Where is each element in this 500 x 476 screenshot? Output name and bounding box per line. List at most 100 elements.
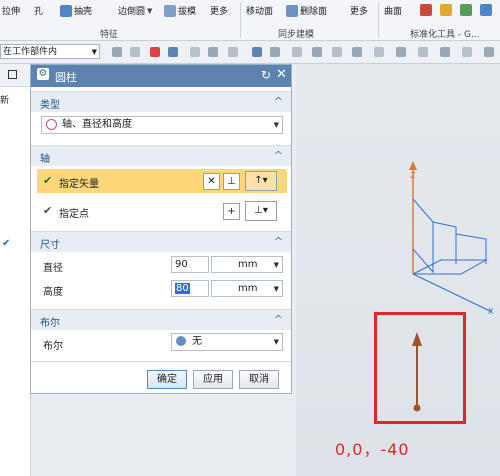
specify-point-label: 指定点 [59, 209, 89, 220]
group-feature-label: 特征 [100, 30, 119, 40]
point-dialog-icon[interactable]: + [223, 203, 240, 220]
selection-toolbar: 在工作部件内 ▼ [0, 41, 500, 64]
tool-icon[interactable] [440, 47, 450, 57]
vector-dialog-icon[interactable]: ⊥ [223, 173, 240, 190]
specify-vector-row[interactable]: ✔ 指定矢量 ✕ ⊥ ↑▾ [37, 169, 287, 193]
shell-label: 抽壳 [74, 7, 93, 17]
diameter-input[interactable]: 90 [171, 256, 209, 273]
vector-inferred-dropdown[interactable]: ↑▾ [245, 171, 277, 191]
checkmark-icon: ✔ [2, 238, 11, 249]
chevron-down-icon: ▼ [273, 285, 279, 293]
maximize-icon[interactable] [8, 70, 17, 79]
draft-label: 拔模 [178, 7, 197, 17]
cancel-button[interactable]: 取消 [239, 370, 279, 389]
diameter-value: 90 [175, 259, 188, 270]
delete-face-label: 删除面 [300, 7, 328, 17]
close-icon[interactable]: ✕ [276, 67, 287, 82]
tool-icon[interactable] [292, 47, 302, 57]
axis-section-header[interactable]: 轴 ^ [31, 145, 291, 166]
vector-icon[interactable] [168, 47, 178, 57]
hole-button[interactable]: 孔 [34, 4, 43, 17]
shell-button[interactable]: 抽壳 [60, 4, 92, 17]
boolean-select-value: 无 [192, 336, 202, 347]
tool-icon[interactable] [332, 47, 342, 57]
ribbon-divider [378, 2, 379, 38]
hole-label: 孔 [34, 7, 44, 17]
tool-icon[interactable] [484, 47, 494, 57]
dimension-section-label: 尺寸 [40, 240, 60, 251]
draft-button[interactable]: 拔模 [164, 4, 196, 17]
boolean-select[interactable]: 无 ▼ [171, 333, 283, 351]
height-unit-select[interactable]: mm ▼ [211, 280, 283, 297]
type-section-label: 类型 [40, 100, 60, 111]
apply-button[interactable]: 应用 [193, 370, 233, 389]
ribbon-divider [240, 2, 241, 38]
view-icon[interactable] [252, 47, 262, 57]
shell-icon [60, 4, 72, 17]
point-inferred-dropdown[interactable]: ⊥▾ [245, 201, 277, 221]
box-select-icon[interactable] [208, 47, 218, 57]
type-select[interactable]: 轴、直径和高度 ▼ [41, 116, 283, 134]
diameter-unit-select[interactable]: mm ▼ [211, 256, 283, 273]
tool-icon[interactable] [396, 47, 406, 57]
surface-button[interactable]: 曲面 [384, 4, 402, 17]
render-icon[interactable] [270, 47, 280, 57]
tool-icon [480, 4, 492, 16]
point-icon[interactable] [150, 47, 160, 57]
coordinate-annotation: 0,0，-40 [335, 440, 410, 459]
std-tool-3[interactable] [460, 4, 472, 16]
draft-icon [164, 4, 176, 17]
std-tool-1[interactable] [420, 4, 432, 16]
lasso-icon[interactable] [228, 47, 238, 57]
tool-icon[interactable] [352, 47, 362, 57]
reset-icon[interactable]: ↻ [261, 68, 271, 82]
datum-planes [412, 198, 488, 275]
boolean-section-header[interactable]: 布尔 ^ [31, 309, 291, 330]
feature-more-label: 更多 [210, 7, 229, 17]
dimension-section-header[interactable]: 尺寸 ^ [31, 231, 291, 252]
navigator-header [0, 64, 30, 87]
std-tool-4[interactable] [480, 4, 492, 16]
specify-point-row[interactable]: ✔ 指定点 + ⊥▾ [37, 199, 287, 223]
sync-more-label: 更多 [350, 7, 369, 17]
tool-icon[interactable] [462, 47, 472, 57]
boolean-none-icon [176, 336, 186, 346]
reverse-direction-icon[interactable]: ✕ [203, 173, 220, 190]
chevron-up-icon: ^ [273, 235, 283, 248]
type-section-header[interactable]: 类型 ^ [31, 91, 291, 112]
tool-icon[interactable] [418, 47, 428, 57]
dialog-title: 圆柱 [55, 71, 77, 84]
tool-icon[interactable] [312, 47, 322, 57]
ribbon: 拉伸 孔 抽壳 边倒圆 ▼ 拔模 更多 移动面 删除面 更多 曲面 特征 同步建… [0, 0, 500, 41]
diameter-label: 直径 [43, 263, 63, 274]
height-input[interactable]: 80 [171, 280, 209, 297]
select-icon[interactable] [190, 47, 200, 57]
boolean-label: 布尔 [43, 341, 63, 352]
boolean-section-label: 布尔 [40, 318, 60, 329]
dialog-title-bar[interactable]: ⚙ 圆柱 ↻ ✕ [31, 65, 291, 87]
gear-icon: ⚙ [37, 68, 49, 80]
group-standard-label: 标准化工具 - G... [410, 30, 480, 40]
part-navigator: 新 ✔ [0, 64, 31, 476]
feature-more-button[interactable]: 更多 [210, 4, 228, 17]
snap-icon[interactable] [130, 47, 140, 57]
move-face-button[interactable]: 移动面 [246, 4, 273, 17]
delete-face-icon [286, 4, 298, 17]
type-select-value: 轴、直径和高度 [62, 119, 132, 130]
refresh-label[interactable]: 新 [0, 93, 9, 106]
chevron-down-icon: ▼ [147, 6, 153, 15]
height-value: 80 [175, 283, 190, 294]
filter-icon[interactable] [112, 47, 122, 57]
sync-more-button[interactable]: 更多 [350, 4, 368, 17]
std-tool-2[interactable] [440, 4, 452, 16]
edge-blend-button[interactable]: 边倒圆 ▼ [118, 4, 153, 18]
surface-label: 曲面 [384, 7, 403, 17]
ok-button[interactable]: 确定 [147, 370, 187, 389]
height-unit-value: mm [238, 283, 258, 294]
selection-scope-dropdown[interactable]: 在工作部件内 ▼ [0, 44, 100, 59]
chevron-up-icon: ^ [273, 95, 283, 108]
tool-icon[interactable] [374, 47, 384, 57]
extrude-button[interactable]: 拉伸 [2, 4, 20, 17]
axis-section-label: 轴 [40, 154, 50, 165]
delete-face-button[interactable]: 删除面 [286, 4, 327, 17]
